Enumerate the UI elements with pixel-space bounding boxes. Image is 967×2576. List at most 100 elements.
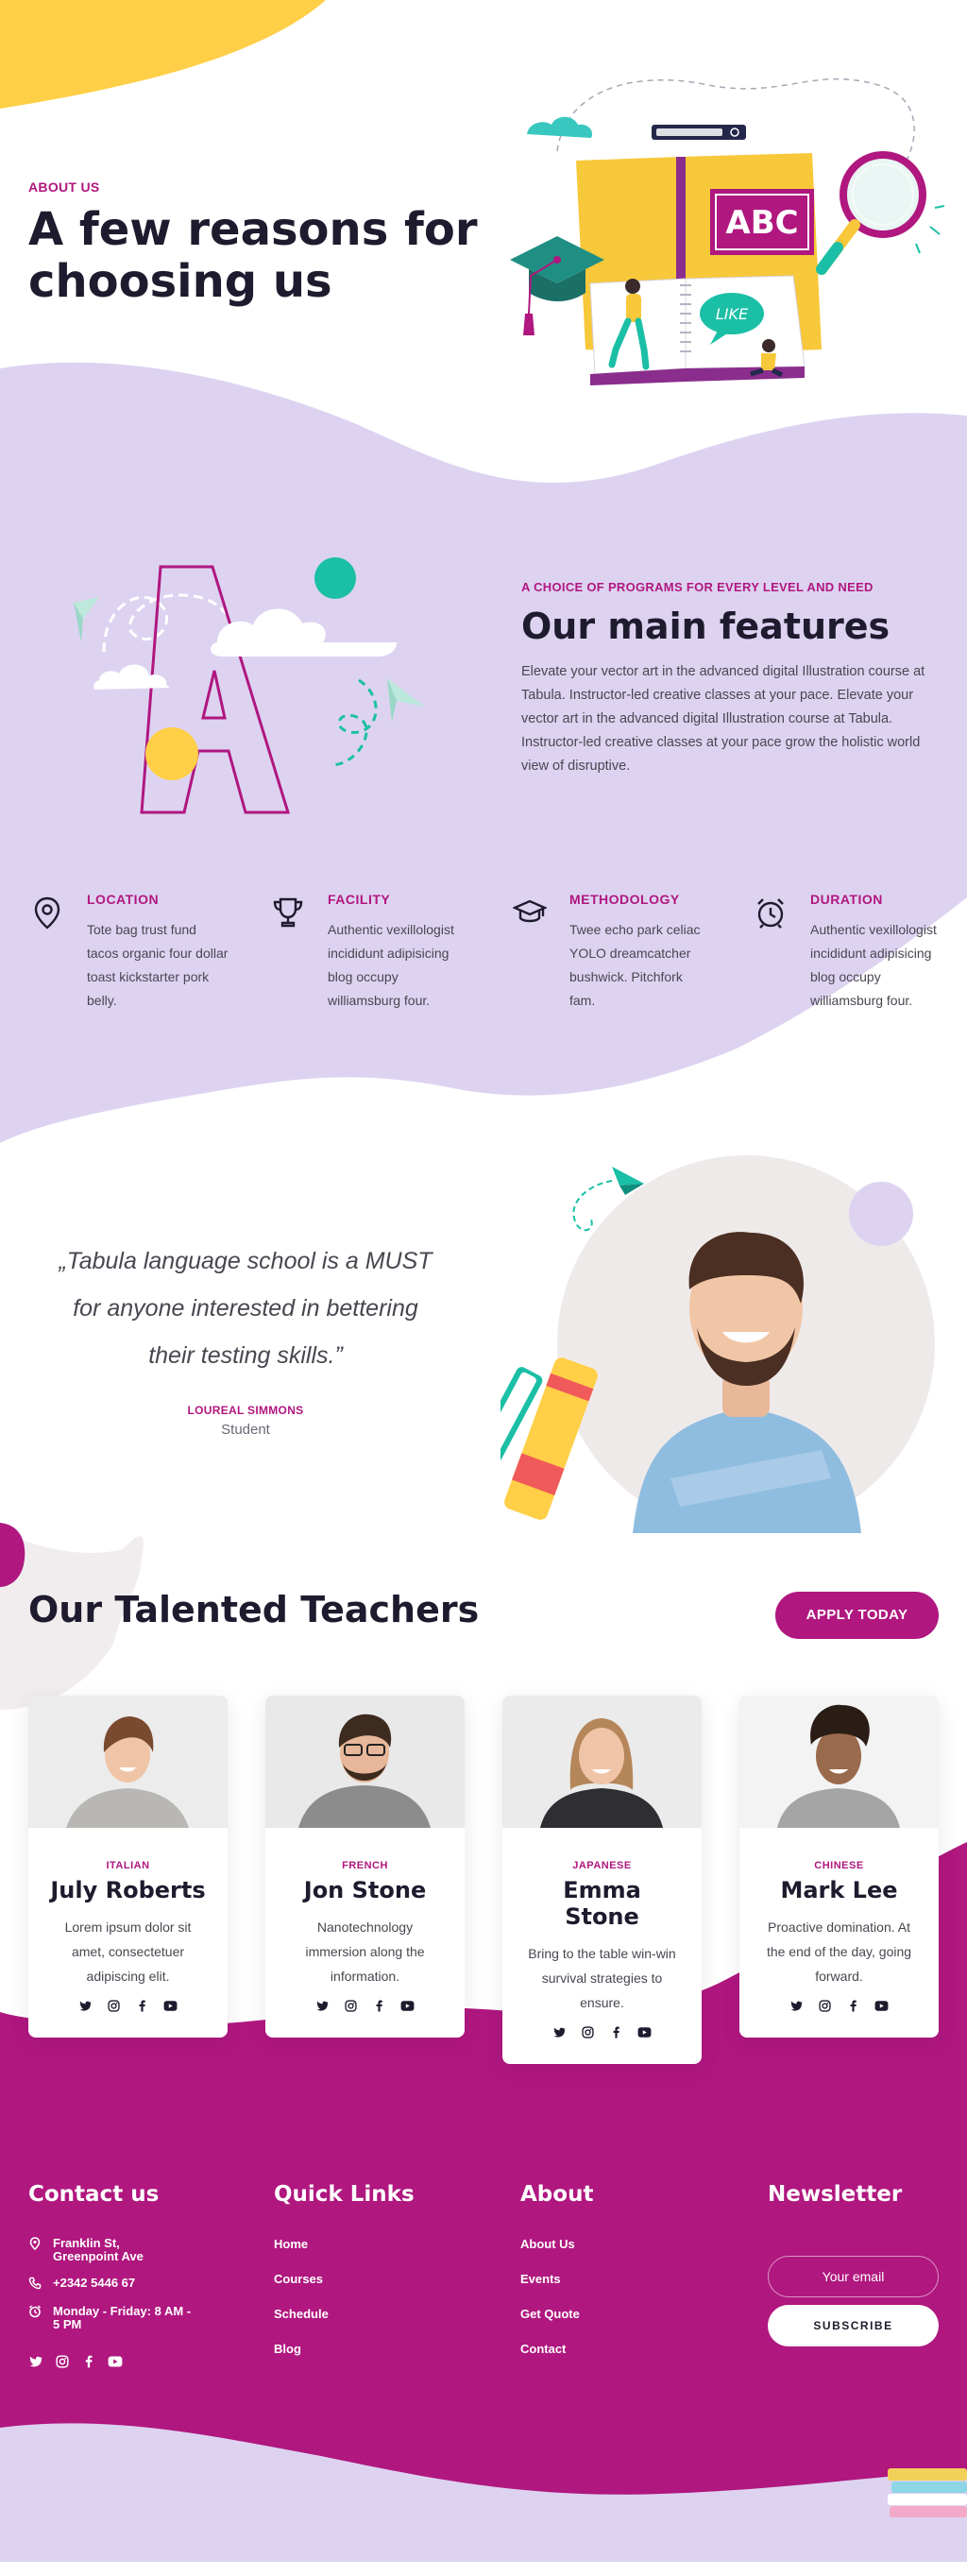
twitter-icon[interactable] <box>78 1998 93 2013</box>
features-eyebrow: A CHOICE OF PROGRAMS FOR EVERY LEVEL AND… <box>521 580 874 594</box>
student-illustration <box>500 1155 935 1533</box>
teacher-card[interactable]: JAPANESE Emma Stone Bring to the table w… <box>502 1696 702 2064</box>
testimonial-role: Student <box>221 1422 270 1438</box>
teacher-social-links <box>739 1998 939 2013</box>
feature-title: LOCATION <box>87 892 160 907</box>
footer-newsletter-title: Newsletter <box>768 2182 903 2207</box>
feature-location: LOCATION Tote bag trust fund tacos organ… <box>30 892 247 1052</box>
facebook-icon[interactable] <box>372 1998 387 2013</box>
alarm-clock-icon <box>757 898 784 929</box>
footer-hours: Monday - Friday: 8 AM - 5 PM <box>28 2305 217 2331</box>
newsletter-email-input[interactable] <box>768 2256 939 2297</box>
footer-contact-title: Contact us <box>28 2182 160 2207</box>
teacher-card[interactable]: ITALIAN July Roberts Lorem ipsum dolor s… <box>28 1696 228 2038</box>
teacher-name: July Roberts <box>50 1877 206 1903</box>
letter-a-illustration <box>74 557 425 814</box>
teacher-language: FRENCH <box>342 1860 388 1871</box>
teacher-photo <box>265 1696 465 1828</box>
twitter-icon[interactable] <box>28 2354 43 2369</box>
graduation-cap-icon <box>513 899 547 923</box>
footer-quick-links-title: Quick Links <box>274 2182 415 2207</box>
location-pin-icon <box>34 896 60 930</box>
youtube-icon[interactable] <box>163 1998 178 2013</box>
twitter-icon[interactable] <box>789 1998 805 2013</box>
about-eyebrow: ABOUT US <box>28 179 100 195</box>
abc-badge-text: ABC <box>725 204 798 242</box>
teacher-language: JAPANESE <box>572 1860 632 1871</box>
footer-link-events[interactable]: Events <box>520 2272 561 2286</box>
teacher-name: Jon Stone <box>303 1877 427 1903</box>
teacher-language: ITALIAN <box>106 1860 150 1871</box>
twitter-icon[interactable] <box>315 1998 331 2013</box>
footer-link-blog[interactable]: Blog <box>274 2342 301 2356</box>
location-pin-icon <box>29 2237 41 2250</box>
testimonial-quote: „Tabula language school is a MUST for an… <box>28 1237 463 1379</box>
teacher-photo <box>28 1696 228 1828</box>
feature-methodology: METHODOLOGY Twee echo park celiac YOLO d… <box>513 892 730 1052</box>
about-title: A few reasons for choosing us <box>28 204 519 308</box>
trophy-icon <box>273 897 303 928</box>
about-title-line-2: choosing us <box>28 255 332 308</box>
footer-link-schedule[interactable]: Schedule <box>274 2307 329 2321</box>
subscribe-button[interactable]: SUBSCRIBE <box>768 2305 939 2346</box>
facebook-icon[interactable] <box>81 2354 96 2369</box>
feature-title: FACILITY <box>328 892 391 907</box>
youtube-icon[interactable] <box>400 1998 416 2013</box>
youtube-icon[interactable] <box>637 2024 653 2039</box>
footer-social-links <box>28 2354 123 2369</box>
alarm-clock-icon <box>28 2305 42 2318</box>
teacher-card[interactable]: FRENCH Jon Stone Nanotechnology immersio… <box>265 1696 465 2038</box>
feature-text: Authentic vexillologist incididunt adipi… <box>328 922 454 1008</box>
phone-icon <box>28 2277 42 2290</box>
twitter-icon[interactable] <box>552 2024 568 2039</box>
footer-link-contact[interactable]: Contact <box>520 2342 566 2356</box>
teacher-card[interactable]: CHINESE Mark Lee Proactive domination. A… <box>739 1696 939 2038</box>
quote-line: their testing skills.” <box>148 1342 343 1369</box>
feature-title: DURATION <box>810 892 883 907</box>
instagram-icon[interactable] <box>55 2354 70 2369</box>
instagram-icon[interactable] <box>107 1998 122 2013</box>
features-description: Elevate your vector art in the advanced … <box>521 664 925 774</box>
footer-address: Franklin St, Greenpoint Ave <box>28 2237 217 2263</box>
teacher-language: CHINESE <box>814 1860 864 1871</box>
teacher-photo <box>739 1696 939 1828</box>
instagram-icon[interactable] <box>581 2024 596 2039</box>
footer-link-courses[interactable]: Courses <box>274 2272 323 2286</box>
like-bubble-text: LIKE <box>716 305 749 323</box>
footer-link-get-quote[interactable]: Get Quote <box>520 2307 580 2321</box>
footer-link-home[interactable]: Home <box>274 2237 308 2251</box>
facebook-icon[interactable] <box>609 2024 624 2039</box>
feature-text: Tote bag trust fund tacos organic four d… <box>87 922 229 1008</box>
instagram-icon[interactable] <box>818 1998 833 2013</box>
apply-today-button[interactable]: APPLY TODAY <box>775 1592 939 1639</box>
teachers-title: Our Talented Teachers <box>28 1589 480 1630</box>
about-title-line-1: A few reasons for <box>28 203 478 256</box>
feature-text: Authentic vexillologist incididunt adipi… <box>810 922 937 1008</box>
footer-link-about-us[interactable]: About Us <box>520 2237 575 2251</box>
testimonial-author: LOUREAL SIMMONS <box>187 1404 304 1417</box>
features-title: Our main features <box>521 606 891 647</box>
feature-title: METHODOLOGY <box>569 892 680 907</box>
teacher-description: Proactive domination. At the end of the … <box>766 1919 912 1984</box>
hero-book-illustration: ABC LIKE <box>510 77 944 385</box>
footer-hours-text: Monday - Friday: 8 AM - 5 PM <box>53 2304 192 2331</box>
footer-about-title: About <box>520 2182 594 2207</box>
teacher-social-links <box>28 1998 228 2013</box>
instagram-icon[interactable] <box>344 1998 359 2013</box>
teacher-social-links <box>265 1998 465 2013</box>
footer-address-text: Franklin St, Greenpoint Ave <box>53 2236 144 2263</box>
quote-line: „Tabula language school is a MUST <box>59 1248 433 1274</box>
facebook-icon[interactable] <box>846 1998 861 2013</box>
footer-phone-text: +2342 5446 67 <box>53 2276 136 2290</box>
facebook-icon[interactable] <box>135 1998 150 2013</box>
youtube-icon[interactable] <box>874 1998 890 2013</box>
youtube-icon[interactable] <box>108 2354 123 2369</box>
feature-facility: FACILITY Authentic vexillologist incidid… <box>271 892 488 1052</box>
teacher-social-links <box>502 2024 702 2039</box>
feature-text: Twee echo park celiac YOLO dreamcatcher … <box>569 922 701 1008</box>
teacher-photo <box>502 1696 702 1828</box>
feature-duration: DURATION Authentic vexillologist incidid… <box>754 892 967 1052</box>
teacher-description: Nanotechnology immersion along the infor… <box>305 1919 425 1984</box>
teacher-description: Bring to the table win-win survival stra… <box>528 1946 676 2010</box>
teacher-name: Mark Lee <box>780 1877 898 1903</box>
